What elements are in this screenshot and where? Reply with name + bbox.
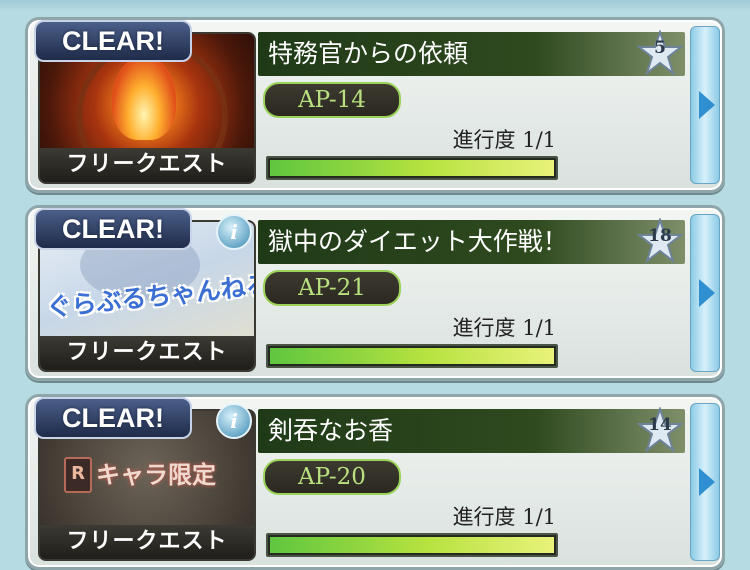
progress-bar <box>266 156 558 180</box>
star-number: 14 <box>648 415 672 435</box>
quest-title-bar: 剣吞なお香 14 <box>258 405 685 453</box>
quest-card[interactable]: R キャラ限定 フリークエスト CLEAR! i 剣吞なお香 14 AP-20 … <box>25 394 725 570</box>
quest-title: 剣吞なお香 <box>268 416 394 445</box>
star-number: 18 <box>648 226 672 246</box>
quest-card[interactable]: ぐらぶるちゃんねる! フリークエスト CLEAR! i 獄中のダイエット大作戦！… <box>25 205 725 381</box>
free-quest-label: フリークエスト <box>40 148 254 182</box>
star-rank-icon: 14 <box>636 405 684 453</box>
flame-icon <box>112 56 176 140</box>
star-rank-icon: 5 <box>636 28 684 76</box>
clear-badge: CLEAR! <box>34 208 192 250</box>
progress-fill <box>270 348 554 364</box>
clear-badge: CLEAR! <box>34 397 192 439</box>
quest-title: 特務官からの依頼 <box>268 39 469 68</box>
go-quest-button[interactable] <box>690 214 720 372</box>
progress-fill <box>270 537 554 553</box>
quest-title: 獄中のダイエット大作戦！ <box>268 227 568 256</box>
clear-badge: CLEAR! <box>34 20 192 62</box>
go-quest-button[interactable] <box>690 403 720 561</box>
free-quest-label: フリークエスト <box>40 525 254 559</box>
arrow-right-icon <box>699 468 715 496</box>
ap-cost-badge: AP-14 <box>263 82 401 118</box>
ap-cost-badge: AP-21 <box>263 270 401 306</box>
go-quest-button[interactable] <box>690 26 720 184</box>
quest-title-bar: 特務官からの依頼 5 <box>258 28 685 76</box>
character-limited-label: キャラ限定 <box>96 461 216 489</box>
free-quest-label: フリークエスト <box>40 336 254 370</box>
progress-text: 進行度 1/1 <box>408 501 556 531</box>
background-top <box>0 0 750 12</box>
arrow-right-icon <box>699 91 715 119</box>
arrow-right-icon <box>699 279 715 307</box>
info-icon[interactable]: i <box>216 403 252 439</box>
progress-value: 1/1 <box>522 128 556 152</box>
progress-label: 進行度 <box>452 128 516 152</box>
progress-label: 進行度 <box>452 505 516 529</box>
progress-fill <box>270 160 554 176</box>
quest-card[interactable]: フリークエスト CLEAR! 特務官からの依頼 5 AP-14 進行度 1/1 <box>25 17 725 193</box>
progress-label: 進行度 <box>452 316 516 340</box>
ap-cost-badge: AP-20 <box>263 459 401 495</box>
progress-text: 進行度 1/1 <box>408 312 556 342</box>
quest-title-bar: 獄中のダイエット大作戦！ 18 <box>258 216 685 264</box>
progress-value: 1/1 <box>522 316 556 340</box>
progress-bar <box>266 533 558 557</box>
progress-value: 1/1 <box>522 505 556 529</box>
star-number: 5 <box>654 38 666 58</box>
progress-bar <box>266 344 558 368</box>
progress-text: 進行度 1/1 <box>408 124 556 154</box>
rarity-r-icon: R <box>64 457 92 493</box>
star-rank-icon: 18 <box>636 216 684 264</box>
info-icon[interactable]: i <box>216 214 252 250</box>
